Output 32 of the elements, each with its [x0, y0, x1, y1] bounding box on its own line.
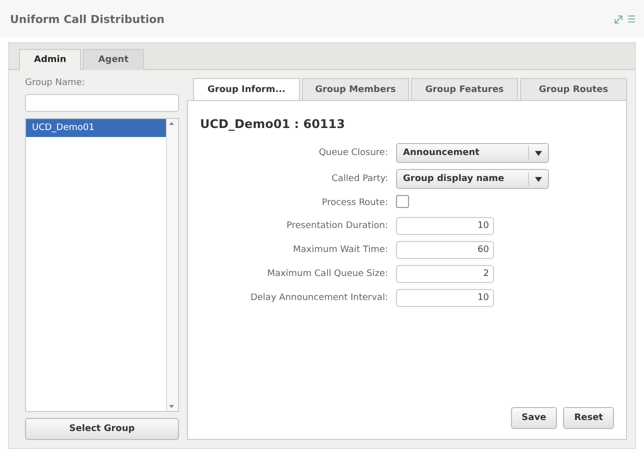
group-name-field[interactable]	[25, 94, 179, 112]
checkbox[interactable]	[396, 195, 409, 208]
field-label: Maximum Call Queue Size:	[266, 269, 388, 279]
field-label: Process Route:	[320, 198, 388, 208]
caret-icon	[535, 150, 542, 156]
group-heading: UCD_Demo01 : 60113	[200, 117, 346, 131]
tab[interactable]: Group Members	[302, 78, 409, 101]
select-group-button[interactable]: Select Group	[25, 418, 179, 440]
group-name-label: Group Name:	[25, 78, 86, 88]
dropdown[interactable]: Group display name	[396, 169, 549, 189]
number-field[interactable]: 60	[396, 241, 494, 259]
scrollbar[interactable]	[166, 119, 178, 411]
dropdown[interactable]: Announcement	[396, 143, 549, 163]
tab[interactable]: Group Inform...	[193, 78, 300, 101]
number-field[interactable]: 10	[396, 217, 494, 235]
tab[interactable]: Group Features	[411, 78, 518, 101]
action-button[interactable]: Reset	[563, 407, 614, 429]
action-button[interactable]: Save	[510, 407, 558, 429]
number-field[interactable]: 10	[396, 289, 494, 307]
field-label: Delay Announcement Interval:	[249, 293, 388, 303]
maximize-icon[interactable]	[614, 14, 623, 24]
number-field[interactable]: 2	[396, 265, 494, 283]
tab[interactable]: Admin	[19, 49, 82, 70]
tab[interactable]: Group Routes	[520, 78, 627, 101]
field-label: Called Party:	[330, 174, 388, 184]
field-label: Presentation Duration:	[285, 221, 388, 231]
field-label: Maximum Wait Time:	[292, 245, 388, 255]
tab[interactable]: Agent	[83, 49, 144, 70]
window-title: Uniform Call Distribution	[10, 12, 164, 26]
list-item[interactable]: UCD_Demo01	[26, 119, 166, 137]
caret-icon	[535, 176, 542, 182]
field-label: Queue Closure:	[318, 148, 388, 158]
